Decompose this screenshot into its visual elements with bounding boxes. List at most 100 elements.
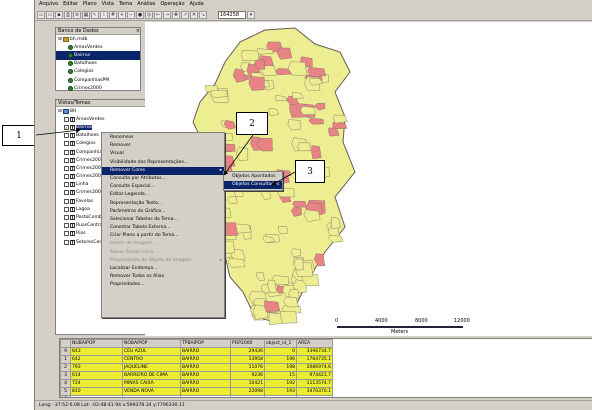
database-root[interactable]: ⊟ bh.mdb xyxy=(56,35,140,43)
menu-0[interactable]: Arquivo xyxy=(39,1,58,7)
theme-checkbox[interactable] xyxy=(64,190,69,196)
menu-3[interactable]: Vista xyxy=(102,1,114,7)
district-polygon[interactable] xyxy=(264,300,281,313)
table-header-cell[interactable]: POP2000 xyxy=(230,339,265,348)
grid-icon[interactable]: # xyxy=(109,10,117,19)
table-row[interactable]: 5 810 VENDA NOVA BAIRRO 22098 193 3470370.1 xyxy=(60,387,333,396)
collapse-icon[interactable]: ⊟ xyxy=(58,37,62,42)
table-row[interactable]: 1 642 CENTRO BAIRRO 13958 196 1764735.1 xyxy=(60,355,333,364)
database-item[interactable]: Colegios xyxy=(56,68,140,76)
district-polygon[interactable] xyxy=(332,121,348,130)
submenu-item-pointed[interactable]: Objetos Apontados xyxy=(224,173,282,181)
district-polygon[interactable] xyxy=(297,142,311,152)
database-item[interactable]: Crimes2000 xyxy=(56,84,140,92)
context-menu-item[interactable]: Localizar Endereço... xyxy=(102,265,224,273)
collapse-icon[interactable]: ⊟ xyxy=(58,109,62,114)
theme-checkbox[interactable] xyxy=(64,198,69,204)
menu-1[interactable]: Editar xyxy=(63,1,78,7)
cross-icon[interactable]: ✕ xyxy=(190,10,198,19)
district-polygon[interactable] xyxy=(332,114,348,124)
context-menu-item[interactable]: Selecionar Tabelas do Tema... xyxy=(102,216,224,224)
context-menu-item[interactable]: Editar Legenda... xyxy=(102,191,224,199)
context-menu-item[interactable]: Conectar Tabela Externa... xyxy=(102,224,224,232)
context-menu-item[interactable]: Visibilidade das Representações... xyxy=(102,159,224,167)
menu-4[interactable]: Tema xyxy=(119,1,132,7)
context-menu-item[interactable]: Consulta Espacial... xyxy=(102,183,224,191)
database-item[interactable]: AreasVerdes xyxy=(56,43,140,51)
table-header-cell[interactable]: object_id_1 xyxy=(264,339,297,348)
district-polygon[interactable] xyxy=(241,50,260,62)
district-polygon[interactable] xyxy=(300,105,316,115)
table-header-cell[interactable]: NOBAIPOP xyxy=(122,339,181,348)
theme-checkbox[interactable] xyxy=(64,157,69,163)
table-row[interactable]: 6 xyxy=(60,395,333,397)
context-menu-item[interactable]: Parâmetros do Gráfico... xyxy=(102,208,224,216)
menu-6[interactable]: Operação xyxy=(160,1,184,7)
context-menu-item[interactable]: Remover xyxy=(102,142,224,150)
table-row[interactable]: 9 643 CÉU AZUL BAIRRO 29436 0 3396734.7 xyxy=(60,347,333,356)
context-menu-item[interactable]: Remover Cores ▸ xyxy=(102,166,224,175)
context-menu-item[interactable]: Visual xyxy=(102,150,224,158)
table-row[interactable]: 2 793 JAQUELINE BAIRRO 11076 198 2086974.6 xyxy=(60,363,333,372)
database-item[interactable]: CompanhiasPM xyxy=(56,76,140,84)
save-icon[interactable]: ▪ xyxy=(55,10,63,19)
info-icon[interactable]: i xyxy=(100,10,108,19)
arrow-tool-icon[interactable]: ↘ xyxy=(199,10,207,19)
database-item[interactable]: Bairros xyxy=(56,51,140,60)
table-header-cell[interactable] xyxy=(60,339,71,348)
open-folder-icon[interactable]: ▭ xyxy=(46,10,54,19)
district-polygon[interactable] xyxy=(292,201,307,208)
theme-checkbox[interactable] xyxy=(64,182,69,188)
context-menu-item[interactable]: Remover Todos os Alias xyxy=(102,273,224,281)
district-polygon[interactable] xyxy=(307,66,326,77)
context-menu-item[interactable]: Criar Plano a partir do Tema... xyxy=(102,232,224,240)
theme-checkbox[interactable] xyxy=(64,215,69,221)
theme-checkbox[interactable]: ✓ xyxy=(64,124,69,130)
theme-checkbox[interactable] xyxy=(64,149,69,155)
district-polygon[interactable] xyxy=(290,248,302,257)
theme-checkbox[interactable] xyxy=(64,116,69,122)
target-icon[interactable]: ◎ xyxy=(145,10,153,19)
database-item[interactable]: Batalhoes xyxy=(56,60,140,68)
menu-7[interactable]: Ajuda xyxy=(190,1,204,7)
district-polygon[interactable] xyxy=(278,225,288,234)
forward-icon[interactable]: → xyxy=(163,10,171,19)
chevron-down-icon[interactable]: ▾ xyxy=(247,10,255,19)
table-header-cell[interactable]: NUBAIPOP xyxy=(70,339,123,348)
table-row[interactable]: 3 614 BARREIRO DE CIMA BAIRRO 9236 15 974421.7 xyxy=(60,371,333,380)
district-polygon[interactable] xyxy=(311,145,322,160)
theme-checkbox[interactable] xyxy=(64,231,69,237)
back-icon[interactable]: ← xyxy=(154,10,162,19)
district-polygon[interactable] xyxy=(248,76,265,91)
theme-checkbox[interactable] xyxy=(64,165,69,171)
new-file-icon[interactable]: ▫ xyxy=(37,10,45,19)
circle-icon[interactable]: ● xyxy=(136,10,144,19)
context-menu-item[interactable]: Propriedades... xyxy=(102,281,224,289)
theme-checkbox[interactable] xyxy=(64,239,69,245)
district-polygon[interactable] xyxy=(280,311,298,324)
pan-icon[interactable]: ✥ xyxy=(172,10,180,19)
table-row[interactable]: 4 724 MINAS CAIXA BAIRRO 10421 192 1113574.7 xyxy=(60,379,333,388)
theme-checkbox[interactable] xyxy=(64,206,69,212)
context-menu-item[interactable]: Renomear xyxy=(102,134,224,142)
submenu-item-queried[interactable]: Objetos Consultados xyxy=(224,181,282,190)
context-menu-item[interactable]: Representação Texto... xyxy=(102,200,224,208)
close-icon[interactable]: × xyxy=(136,28,140,34)
menu-2[interactable]: Plano xyxy=(83,1,97,7)
table-header-cell[interactable]: TPBAIPOP xyxy=(180,339,231,348)
zoom-out-icon[interactable]: − xyxy=(127,10,135,19)
print-icon[interactable]: ⎙ xyxy=(64,10,72,19)
table-header-cell[interactable]: AREA xyxy=(296,339,333,348)
zoom-in-icon[interactable]: + xyxy=(118,10,126,19)
measure-icon[interactable]: ↗ xyxy=(181,10,189,19)
theme-checkbox[interactable] xyxy=(64,141,69,147)
menu-5[interactable]: Análise xyxy=(137,1,155,7)
scale-input[interactable]: 164258 xyxy=(218,10,246,19)
table-icon[interactable]: ▦ xyxy=(82,10,90,19)
properties-icon[interactable]: ≡ xyxy=(73,10,81,19)
district-polygon[interactable] xyxy=(223,143,236,152)
theme-checkbox[interactable] xyxy=(64,133,69,139)
context-menu-item[interactable]: Consulta por Atributos... xyxy=(102,175,224,183)
theme-checkbox[interactable] xyxy=(64,174,69,180)
pointer-icon[interactable]: ↖ xyxy=(91,10,99,19)
